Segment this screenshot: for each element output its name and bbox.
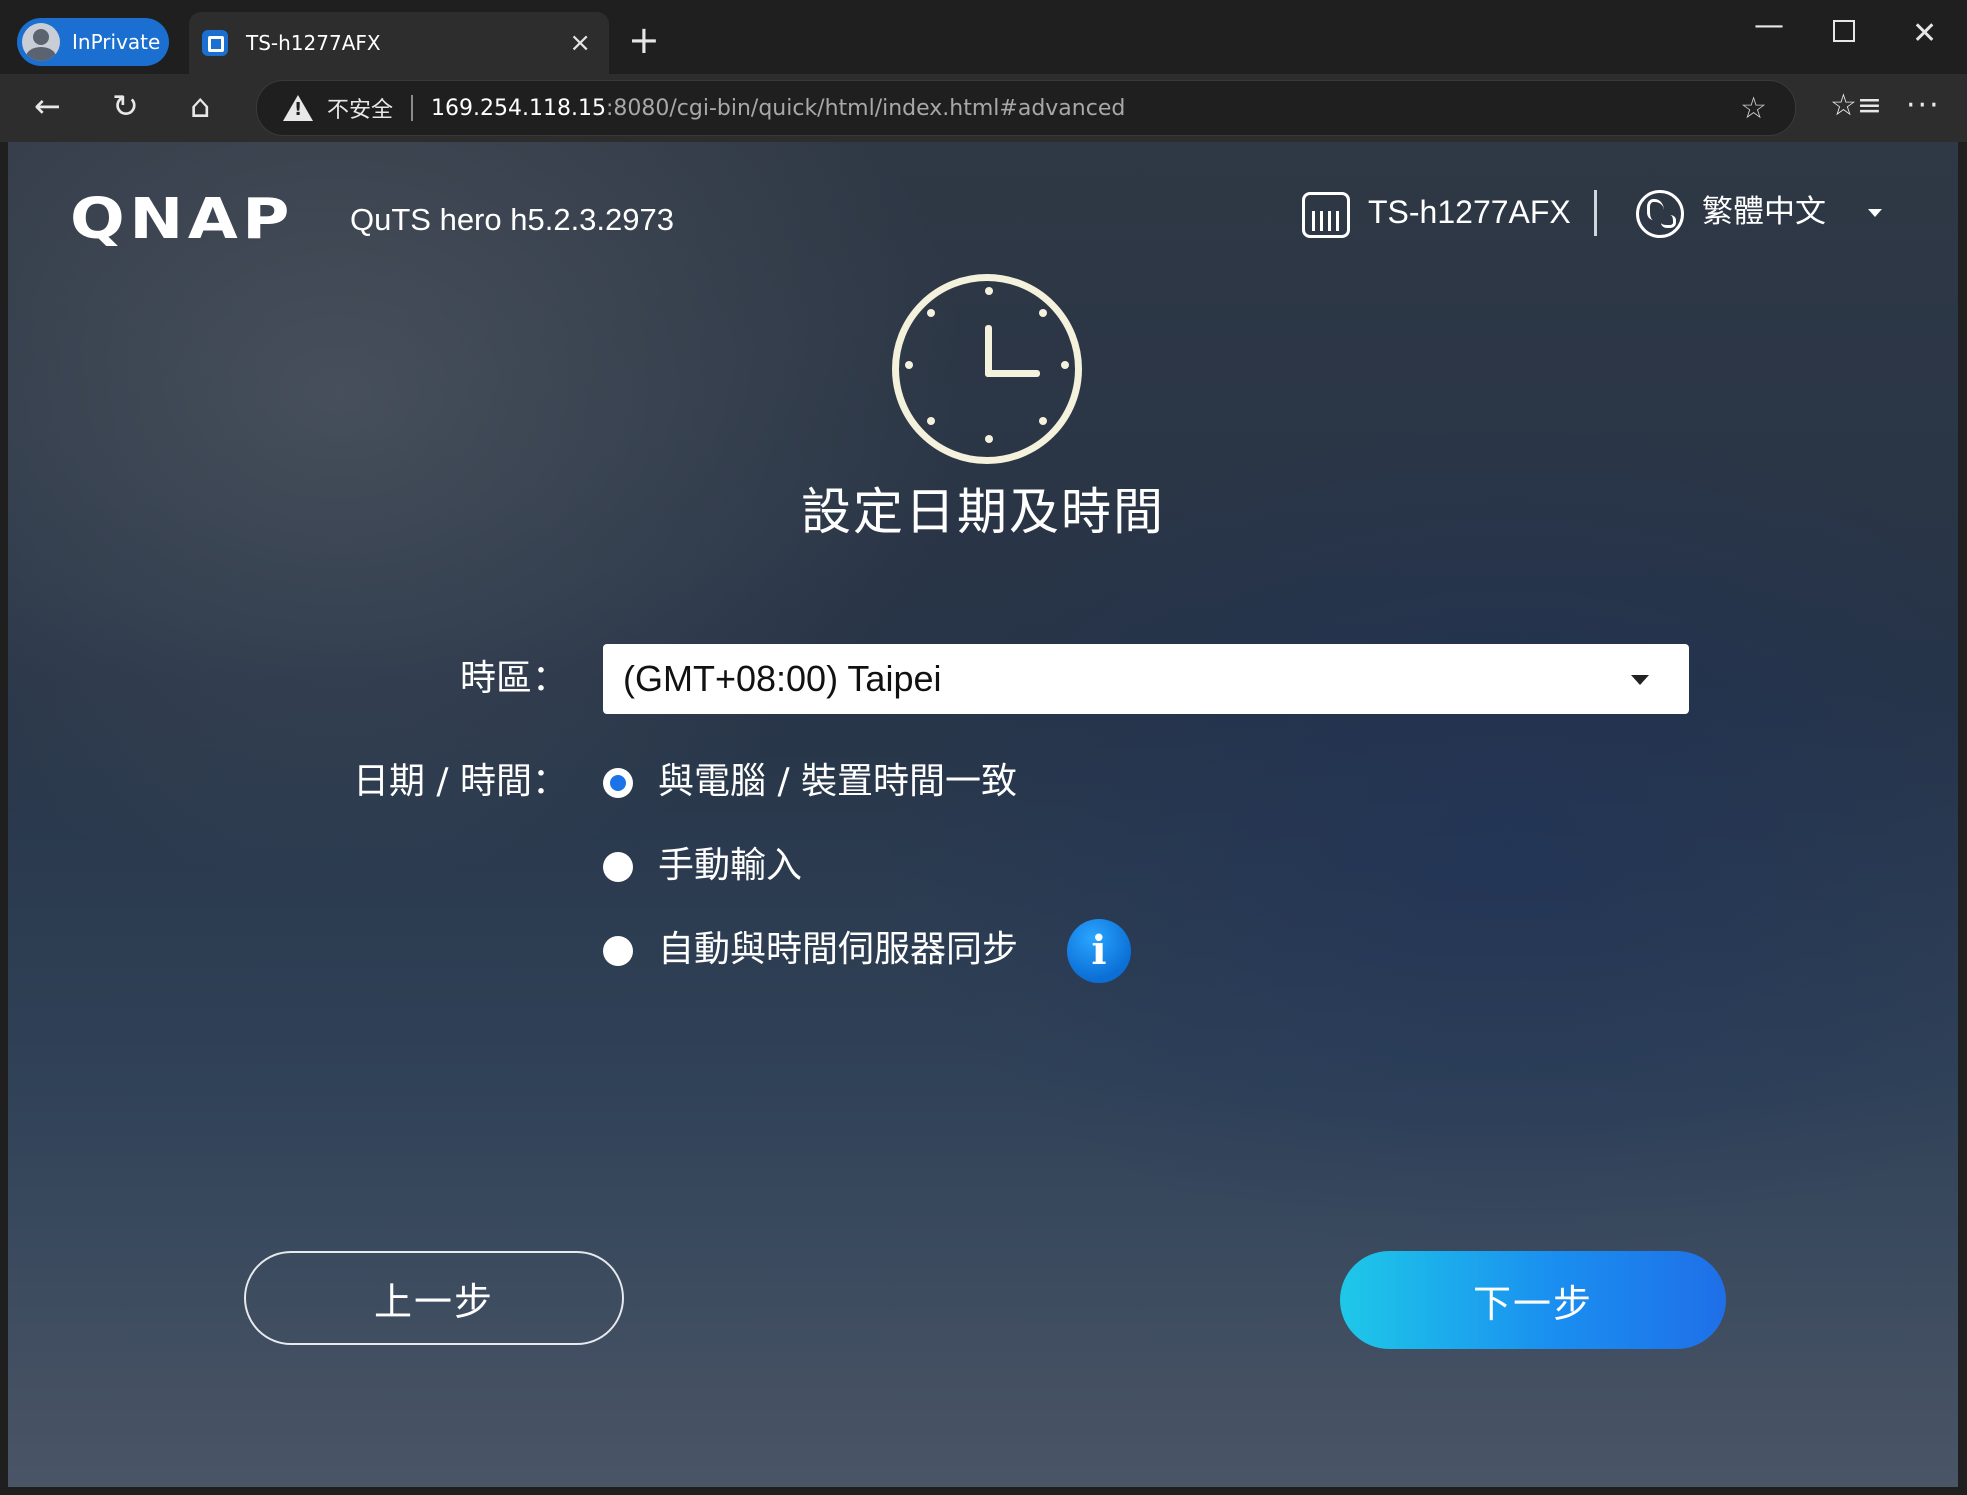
- more-menu-icon[interactable]: ···: [1906, 88, 1941, 124]
- address-divider: [411, 95, 414, 121]
- timezone-select[interactable]: (GMT+08:00) Taipei: [603, 644, 1689, 714]
- security-label[interactable]: 不安全: [327, 92, 393, 124]
- reload-icon[interactable]: ↻: [112, 88, 139, 124]
- tab-strip: InPrivate TS-h1277AFX × + — ✕: [0, 0, 1967, 74]
- close-window-button[interactable]: ✕: [1912, 16, 1937, 51]
- timezone-label: 時區：: [459, 658, 568, 699]
- radio-label-manual-input[interactable]: 手動輸入: [658, 844, 802, 888]
- maximize-button[interactable]: [1833, 20, 1855, 42]
- tab-close-icon[interactable]: ×: [569, 28, 591, 58]
- next-step-button[interactable]: 下一步: [1340, 1251, 1726, 1349]
- radio-label-ntp-sync[interactable]: 自動與時間伺服器同步: [658, 928, 1018, 972]
- os-version: QuTS hero h5.2.3.2973: [350, 202, 675, 237]
- radio-manual-input[interactable]: [603, 852, 633, 882]
- wizard-page: QNAP QuTS hero h5.2.3.2973 TS-h1277AFX 繁…: [8, 142, 1958, 1487]
- datetime-label: 日期 / 時間：: [352, 761, 568, 802]
- browser-toolbar: ← ↻ ⌂ 不安全 169.254.118.15 :8080/cgi-bin/q…: [0, 74, 1967, 142]
- address-bar[interactable]: 不安全 169.254.118.15 :8080/cgi-bin/quick/h…: [256, 80, 1796, 136]
- url-host: 169.254.118.15: [431, 95, 606, 121]
- qnap-favicon-icon: [202, 30, 228, 56]
- favorites-icon[interactable]: ☆≡: [1830, 88, 1882, 124]
- profile-avatar-icon: [22, 23, 60, 61]
- browser-window: InPrivate TS-h1277AFX × + — ✕ ← ↻ ⌂ 不安全 …: [0, 0, 1967, 1495]
- warning-icon: [283, 95, 313, 121]
- radio-label-sync-with-computer[interactable]: 與電腦 / 裝置時間一致: [658, 760, 1017, 804]
- url-path: :8080/cgi-bin/quick/html/index.html#adva…: [605, 95, 1126, 121]
- page-title: 設定日期及時間: [801, 483, 1165, 541]
- header-divider: [1594, 190, 1597, 236]
- radio-sync-with-computer[interactable]: [603, 768, 633, 798]
- language-dropdown-caret-icon[interactable]: [1868, 209, 1882, 217]
- previous-step-button[interactable]: 上一步: [244, 1251, 624, 1345]
- inprivate-badge[interactable]: InPrivate: [17, 18, 169, 66]
- clock-icon: [892, 274, 1082, 464]
- device-name: TS-h1277AFX: [1368, 194, 1571, 230]
- chevron-down-icon: [1631, 675, 1649, 685]
- radio-ntp-sync[interactable]: [603, 936, 633, 966]
- nas-device-icon: [1302, 192, 1350, 238]
- browser-tab[interactable]: TS-h1277AFX ×: [189, 12, 609, 74]
- qnap-logo: QNAP: [70, 187, 295, 252]
- globe-icon[interactable]: [1636, 190, 1684, 238]
- home-icon[interactable]: ⌂: [190, 88, 210, 124]
- minimize-button[interactable]: —: [1754, 8, 1784, 43]
- tab-title: TS-h1277AFX: [246, 31, 381, 55]
- inprivate-label: InPrivate: [72, 30, 161, 54]
- back-arrow-icon[interactable]: ←: [34, 88, 61, 124]
- timezone-value: (GMT+08:00) Taipei: [623, 658, 942, 699]
- favorite-star-icon[interactable]: ☆: [1740, 91, 1767, 126]
- language-selector[interactable]: 繁體中文: [1702, 184, 1826, 240]
- new-tab-button[interactable]: +: [628, 20, 660, 60]
- info-icon[interactable]: i: [1067, 919, 1131, 983]
